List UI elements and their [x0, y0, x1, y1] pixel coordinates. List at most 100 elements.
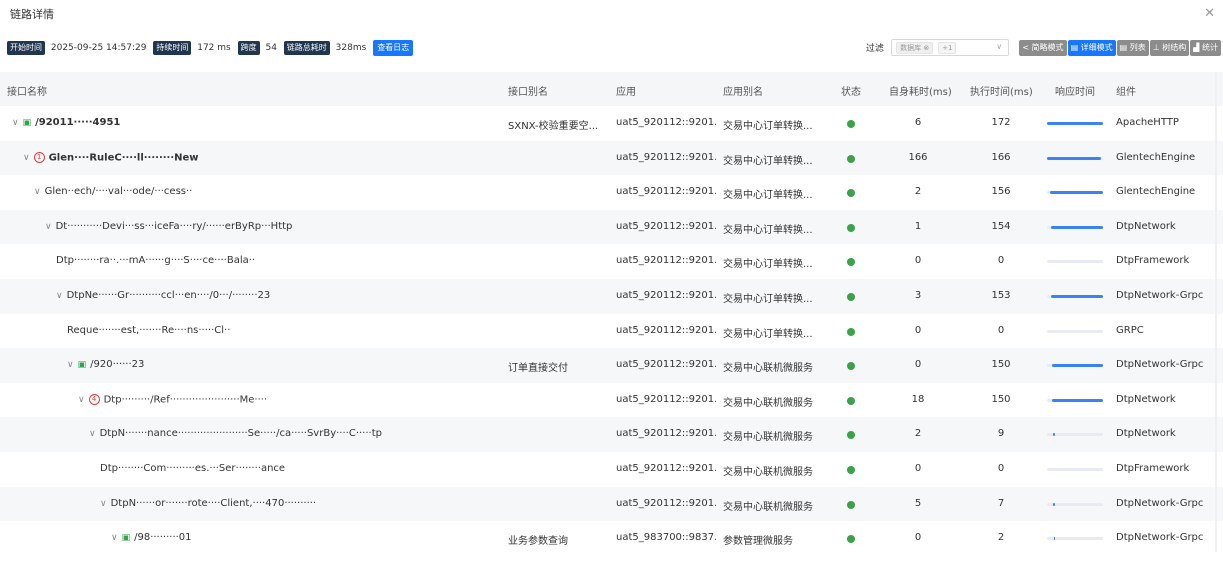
- view-log-button[interactable]: 查看日志: [373, 40, 414, 56]
- filter-select[interactable]: 数据库 ⊗ +1 ∨: [891, 39, 1010, 56]
- interface-name-text[interactable]: DtpN······or·······rote····Client,····47…: [111, 498, 317, 509]
- cell-app-alias: 参数管理微服务: [723, 536, 793, 548]
- column-header-name[interactable]: 接口名称: [7, 83, 47, 98]
- column-header-app[interactable]: 应用: [616, 83, 636, 98]
- status-ok-icon: [847, 362, 855, 371]
- endpoint-icon: ▣: [121, 533, 131, 544]
- expand-caret-icon[interactable]: ∨: [111, 533, 118, 543]
- interface-name-text[interactable]: /920······23: [90, 359, 144, 370]
- cell-app-alias: 交易中心订单转换...: [723, 328, 813, 340]
- column-header-response-time[interactable]: 响应时间: [1055, 83, 1095, 98]
- cell-exec-time: 150: [991, 393, 1011, 405]
- table-row[interactable]: ∨ 4 Dtp·········/Ref······················…: [0, 383, 1223, 418]
- table-row[interactable]: ∨ Glen··ech/····val···ode/···cess·· uat5_9…: [0, 175, 1223, 210]
- cell-app: uat5_920112::9201...: [616, 462, 716, 474]
- column-header-exec-time[interactable]: 执行时间(ms): [970, 83, 1033, 98]
- close-icon[interactable]: ✕: [1204, 6, 1215, 21]
- response-time-bar: [1047, 398, 1103, 402]
- status-ok-icon: [847, 396, 855, 405]
- table-row[interactable]: Dtp········Com·········es.···Ser········…: [0, 452, 1223, 487]
- cell-self-time: 0: [914, 462, 922, 474]
- cell-component: ApacheHTTP: [1116, 117, 1179, 128]
- duration-value: 172 ms: [197, 43, 231, 53]
- mode-button-group: < 简略模式 ▤ 详细模式 ▤ 列表 ⊥ 树结构 ▟ 统计: [1018, 39, 1221, 56]
- expand-caret-icon[interactable]: ∨: [56, 291, 63, 301]
- cell-status: [847, 535, 857, 546]
- expand-caret-icon[interactable]: ∨: [89, 429, 96, 439]
- cell-self-time: 2: [914, 186, 922, 198]
- vertical-scrollbar[interactable]: [1215, 72, 1217, 552]
- expand-caret-icon[interactable]: ∨: [100, 499, 107, 509]
- error-count-icon: 1: [33, 151, 45, 163]
- filter-tag[interactable]: 数据库 ⊗: [896, 42, 934, 54]
- mode-button-4[interactable]: ▟ 统计: [1190, 39, 1221, 56]
- response-time-bar: [1047, 156, 1103, 160]
- interface-name-text[interactable]: /98·········01: [134, 532, 191, 543]
- response-time-bar-fill: [1051, 294, 1103, 298]
- column-header-self-time[interactable]: 自身耗时(ms): [889, 83, 952, 98]
- expand-caret-icon[interactable]: ∨: [67, 360, 74, 370]
- interface-name-text[interactable]: Dtp········ra··.···mA······g····S····ce·…: [56, 255, 255, 266]
- mode-button-3[interactable]: ⊥ 树结构: [1149, 39, 1190, 56]
- table-row[interactable]: ∨ ▣/92011·····4951 SXNX-校验重要空... uat5_92011…: [0, 106, 1223, 141]
- cell-interface-name: Reque·······est,·······Re····ns·····Cl··: [0, 325, 500, 336]
- cell-status: [847, 362, 857, 373]
- table-row[interactable]: ∨ ▣/98·········01 业务参数查询 uat5_983700::9837.…: [0, 521, 1223, 556]
- column-header-status[interactable]: 状态: [841, 83, 861, 98]
- interface-name-text[interactable]: Reque·······est,·······Re····ns·····Cl··: [67, 325, 230, 336]
- cell-response-time: [1047, 467, 1103, 471]
- cell-exec-time: 0: [997, 462, 1005, 474]
- cell-interface-name: ∨ ▣/92011·····4951: [0, 117, 500, 128]
- cell-app-alias: 交易中心联机微服务: [723, 397, 813, 409]
- cell-component: DtpNetwork: [1116, 428, 1176, 440]
- cell-self-time: 2: [914, 428, 922, 440]
- table-row[interactable]: ∨ 1 Glen····RuleC····ll········New uat5_920…: [0, 140, 1223, 176]
- table-row[interactable]: ∨ DtpN·······nance······················S…: [0, 417, 1223, 452]
- interface-name-text[interactable]: /92011·····4951: [35, 117, 120, 128]
- expand-caret-icon[interactable]: ∨: [12, 118, 19, 128]
- cell-response-time: [1047, 225, 1103, 229]
- status-ok-icon: [847, 154, 855, 163]
- table-row[interactable]: ∨ DtpN······or·······rote····Client,····4…: [0, 486, 1223, 522]
- interface-name-text[interactable]: Dtp········Com·········es.···Ser········…: [100, 463, 285, 474]
- error-count-icon: 4: [88, 393, 100, 405]
- cell-status: [847, 154, 857, 166]
- interface-name-text[interactable]: DtpNe······Gr··········ccl···en····/0···…: [67, 290, 271, 301]
- table-row[interactable]: ∨ DtpNe······Gr··········ccl···en····/0··…: [0, 278, 1223, 314]
- interface-name-text[interactable]: Glen··ech/····val···ode/···cess··: [45, 186, 193, 197]
- cell-response-time: [1047, 260, 1103, 264]
- response-time-bar-fill: [1052, 433, 1056, 437]
- cell-self-time: 6: [914, 117, 922, 128]
- mode-button-2[interactable]: ▤ 列表: [1116, 39, 1149, 56]
- expand-caret-icon[interactable]: ∨: [45, 222, 52, 232]
- interface-name-text[interactable]: Dtp·········/Ref······················Me…: [104, 394, 268, 405]
- cell-component: DtpNetwork-Grpc: [1116, 289, 1204, 301]
- expand-caret-icon[interactable]: ∨: [23, 153, 30, 163]
- column-header-component[interactable]: 组件: [1116, 83, 1136, 98]
- expand-caret-icon[interactable]: ∨: [34, 187, 41, 197]
- column-header-app-alias[interactable]: 应用别名: [723, 83, 763, 98]
- column-header-alias[interactable]: 接口别名: [508, 83, 548, 98]
- cell-app-alias: 交易中心联机微服务: [723, 466, 813, 478]
- mode-button-1[interactable]: ▤ 详细模式: [1067, 39, 1116, 56]
- filter-more-tag: +1: [938, 42, 957, 54]
- table-row[interactable]: Dtp········ra··.···mA······g····S····ce·…: [0, 244, 1223, 279]
- mode-button-0[interactable]: < 简略模式: [1019, 39, 1067, 56]
- table-row[interactable]: ∨ ▣/920······23 订单直接交付 uat5_920112::9201...…: [0, 348, 1223, 383]
- cell-app-alias: 交易中心订单转换...: [723, 155, 813, 167]
- cell-response-time: [1047, 191, 1103, 195]
- interface-name-text[interactable]: Glen····RuleC····ll········New: [49, 152, 199, 163]
- cell-status: [847, 223, 857, 235]
- start-time-value: 2025-09-25 14:57:29: [50, 43, 147, 53]
- interface-name-text[interactable]: DtpN·······nance······················Se…: [100, 428, 382, 439]
- status-ok-icon: [847, 189, 855, 198]
- expand-caret-icon[interactable]: ∨: [78, 395, 85, 405]
- cell-self-time: 0: [914, 532, 922, 544]
- cell-self-time: 0: [914, 359, 922, 371]
- response-time-bar-fill: [1050, 225, 1103, 229]
- table-row[interactable]: Reque·······est,·······Re····ns·····Cl··…: [0, 314, 1223, 349]
- table-row[interactable]: ∨ Dt···········Devi···ss···iceFa····ry/··…: [0, 209, 1223, 245]
- cell-interface-name: ∨ ▣/920······23: [0, 359, 500, 370]
- interface-name-text[interactable]: Dt···········Devi···ss···iceFa····ry/···…: [56, 221, 293, 232]
- response-time-bar: [1047, 433, 1103, 437]
